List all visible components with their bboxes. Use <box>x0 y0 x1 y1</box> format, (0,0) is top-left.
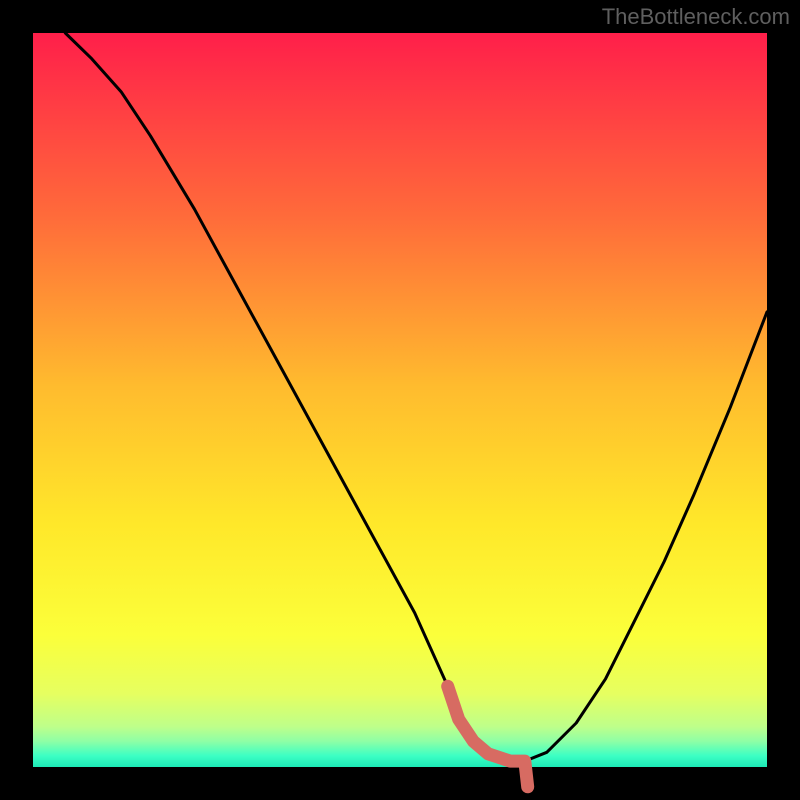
gradient-background <box>33 33 767 767</box>
chart-svg <box>0 0 800 800</box>
chart-root: TheBottleneck.com <box>0 0 800 800</box>
watermark-text: TheBottleneck.com <box>602 4 790 30</box>
